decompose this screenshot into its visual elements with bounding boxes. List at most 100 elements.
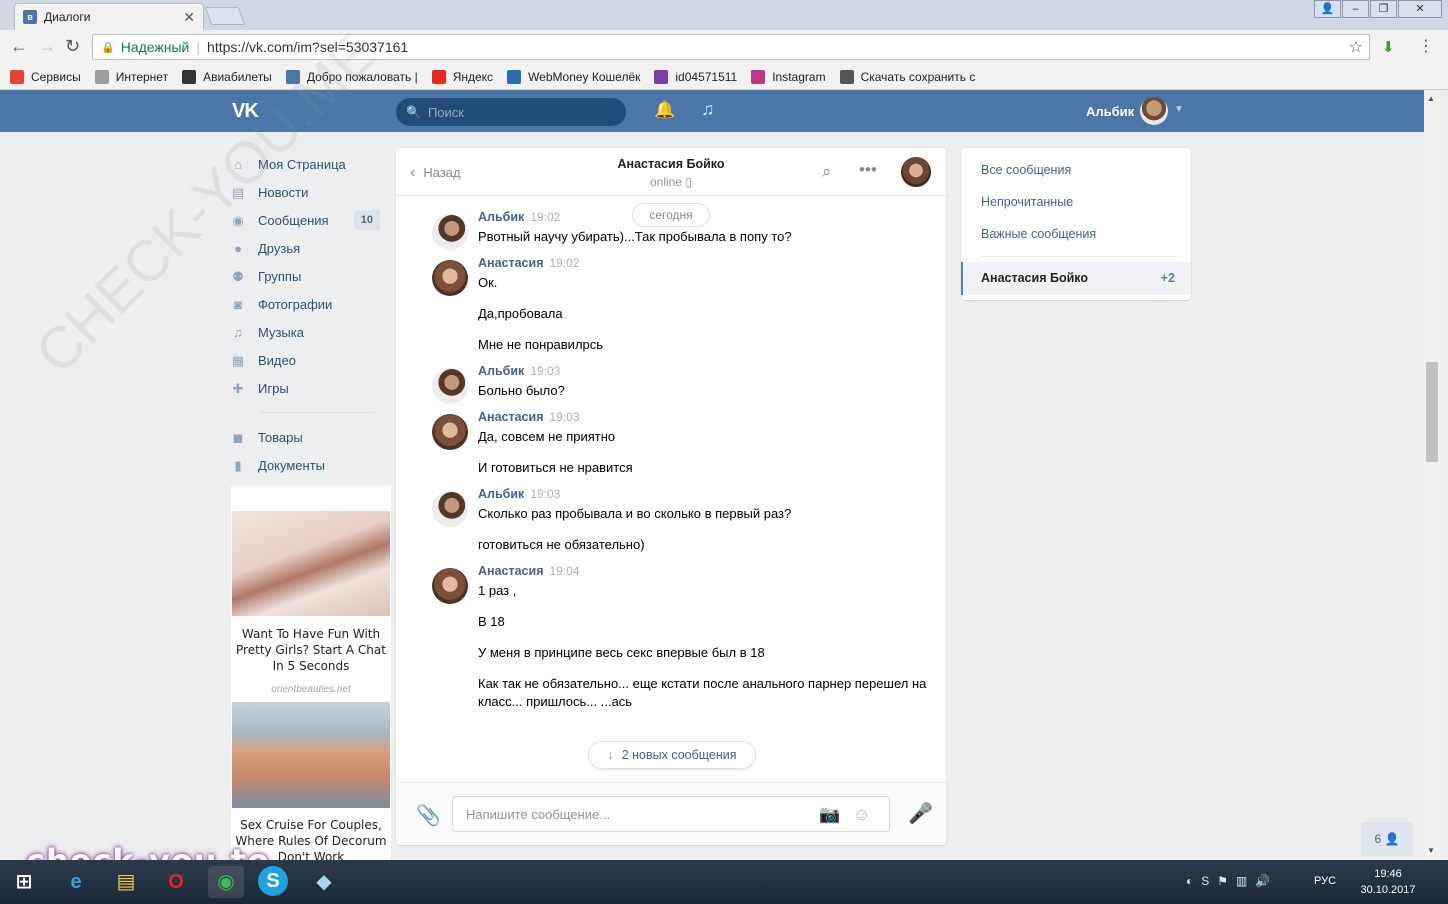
sidebar-item[interactable]: ▮ Документы xyxy=(230,451,380,479)
message-header: Альбик 19:03 xyxy=(478,364,946,382)
file-explorer-icon[interactable]: ▤ xyxy=(108,866,144,898)
sidebar-item[interactable]: ▤ Новости xyxy=(230,178,380,206)
bookmark-item[interactable]: Скачать сохранить с xyxy=(839,69,975,84)
bookmark-item[interactable]: Авиабилеты xyxy=(182,69,272,84)
bookmark-item[interactable]: WebMoney Кошелёк xyxy=(507,69,640,84)
sender-avatar[interactable] xyxy=(432,568,468,604)
sender-avatar[interactable] xyxy=(432,414,468,450)
ad-image-2[interactable] xyxy=(232,702,390,808)
sidebar-item[interactable]: ◉ Сообщения 10 xyxy=(230,206,380,234)
new-tab-button[interactable] xyxy=(204,7,246,25)
attach-icon[interactable]: 📎 xyxy=(416,803,441,828)
ad-image-1[interactable] xyxy=(232,511,390,616)
sidebar-item-label: Друзья xyxy=(258,240,301,256)
sender-avatar[interactable] xyxy=(432,260,468,296)
new-messages-button[interactable]: ↓ 2 новых сообщения xyxy=(588,741,756,769)
camera-icon[interactable]: 📷 xyxy=(819,805,840,825)
minimize-button[interactable]: – xyxy=(1342,0,1369,18)
back-arrow-icon[interactable]: ← xyxy=(10,36,28,57)
message-author[interactable]: Альбик xyxy=(478,210,524,224)
scroll-down-icon[interactable]: ▼ xyxy=(1427,846,1435,855)
online-friends-button[interactable]: 6 👤 xyxy=(1361,822,1413,856)
selected-dialog[interactable]: Анастасия Бойко +2 xyxy=(961,262,1191,295)
url-field[interactable]: 🔒 Надежный | https://vk.com/im?sel=53037… xyxy=(92,34,1370,60)
chevron-down-icon[interactable]: ▼ xyxy=(1174,104,1184,115)
page-scrollbar[interactable]: ▲ ▼ xyxy=(1424,90,1440,860)
bookmark-item[interactable]: Интернет xyxy=(94,69,168,84)
sidebar-item[interactable]: ◼ Товары xyxy=(230,423,380,451)
bookmark-item[interactable]: Instagram xyxy=(751,69,826,84)
ad-2-text[interactable]: Sex Cruise For Couples, Where Rules Of D… xyxy=(235,817,387,865)
bookmark-star-icon[interactable]: ☆ xyxy=(1349,37,1363,57)
vk-logo-icon[interactable]: VK xyxy=(232,100,259,123)
maximize-button[interactable]: ❐ xyxy=(1370,0,1397,18)
user-profile-icon[interactable]: 👤 xyxy=(1314,0,1341,18)
tray-app-icon[interactable]: ◐ xyxy=(1186,874,1193,888)
tray-flag-icon[interactable]: ⚑ xyxy=(1217,874,1228,888)
sidebar-item[interactable]: ⚉ Группы xyxy=(230,262,380,290)
sidebar-item[interactable]: ▦ Видео xyxy=(230,346,380,374)
opera-icon[interactable]: O xyxy=(158,866,194,898)
chrome-icon[interactable]: ◉ xyxy=(208,866,244,898)
sender-avatar[interactable] xyxy=(432,491,468,527)
skype-icon[interactable]: S xyxy=(258,866,288,896)
search-icon[interactable]: ⌕ xyxy=(822,162,832,182)
message-author[interactable]: Анастасия xyxy=(478,410,544,424)
secure-label: Надежный xyxy=(120,39,190,55)
message-group[interactable]: Анастасия 19:02 Ок. Да,пробовала Мне не понр… xyxy=(396,256,946,354)
url-separator: | xyxy=(196,39,201,55)
search-input[interactable]: 🔍 Поиск xyxy=(396,98,626,126)
reload-icon[interactable]: ↻ xyxy=(65,36,80,57)
message-input[interactable]: Напишите сообщение... 📷 ☺ xyxy=(452,796,890,832)
message-list: Альбик 19:02 Рвотный научу убирать)...Так … xyxy=(396,210,946,711)
language-indicator[interactable]: РУС xyxy=(1314,875,1336,887)
message-group[interactable]: Альбик 19:03 Больно было? xyxy=(396,364,946,404)
bookmark-item[interactable]: Сервисы xyxy=(10,69,81,84)
more-options-icon[interactable]: ••• xyxy=(859,160,877,180)
microphone-icon[interactable]: 🎤 xyxy=(908,801,933,826)
filter-all[interactable]: Все сообщения xyxy=(981,163,1071,177)
browser-menu-icon[interactable]: ⋮ xyxy=(1418,36,1434,56)
bell-icon[interactable]: 🔔 xyxy=(654,100,675,120)
window-close-button[interactable]: ✕ xyxy=(1398,0,1442,18)
browser-tab[interactable]: в Диалоги ✕ xyxy=(14,3,204,30)
bookmark-item[interactable]: Добро пожаловать | xyxy=(285,69,418,84)
sidebar-item[interactable]: ✚ Игры xyxy=(230,374,380,402)
volume-icon[interactable]: 🔊 xyxy=(1255,874,1270,888)
internet-explorer-icon[interactable]: e xyxy=(58,866,94,898)
network-icon[interactable]: ▥ xyxy=(1236,874,1247,888)
bookmark-item[interactable]: id04571511 xyxy=(654,69,737,84)
scroll-up-icon[interactable]: ▲ xyxy=(1427,94,1435,103)
filter-unread[interactable]: Непрочитанные xyxy=(981,195,1073,209)
emoji-icon[interactable]: ☺ xyxy=(853,805,870,825)
sidebar-item[interactable]: ◙ Фотографии xyxy=(230,290,380,318)
message-author[interactable]: Анастасия xyxy=(478,256,544,270)
message-author[interactable]: Альбик xyxy=(478,487,524,501)
filter-important[interactable]: Важные сообщения xyxy=(981,227,1096,241)
forward-arrow-icon[interactable]: → xyxy=(38,36,56,57)
ad-1-text[interactable]: Want To Have Fun With Pretty Girls? Star… xyxy=(235,626,387,674)
download-extension-icon[interactable]: ⬇ xyxy=(1382,38,1395,56)
sidebar-item[interactable]: ♫ Музыка xyxy=(230,318,380,346)
start-button-icon[interactable]: ⊞ xyxy=(6,866,42,898)
peer-avatar[interactable] xyxy=(901,157,931,187)
bookmark-item[interactable]: Яндекс xyxy=(431,69,493,84)
user-name[interactable]: Альбик xyxy=(1086,104,1134,119)
app-icon[interactable]: ◆ xyxy=(306,866,342,898)
music-note-icon[interactable]: ♫ xyxy=(701,99,715,120)
message-group[interactable]: Анастасия 19:03 Да, совсем не приятно И гот… xyxy=(396,410,946,477)
scroll-thumb[interactable] xyxy=(1426,362,1438,462)
sender-avatar[interactable] xyxy=(432,368,468,404)
message-group[interactable]: Альбик 19:03 Сколько раз пробывала и во ск… xyxy=(396,487,946,554)
close-tab-icon[interactable]: ✕ xyxy=(183,9,195,26)
user-avatar[interactable] xyxy=(1140,97,1168,125)
system-clock[interactable]: 19:46 30.10.2017 xyxy=(1356,866,1420,898)
sidebar-item[interactable]: ⌂ Моя Страница xyxy=(230,150,380,178)
tray-skype-icon[interactable]: S xyxy=(1201,874,1209,888)
sidebar-item[interactable]: ● Друзья xyxy=(230,234,380,262)
message-group[interactable]: Анастасия 19:04 1 раз , В 18 У меня в принци… xyxy=(396,564,946,711)
sender-avatar[interactable] xyxy=(432,214,468,250)
bookmark-label: Авиабилеты xyxy=(203,69,272,84)
message-author[interactable]: Альбик xyxy=(478,364,524,378)
message-author[interactable]: Анастасия xyxy=(478,564,544,578)
